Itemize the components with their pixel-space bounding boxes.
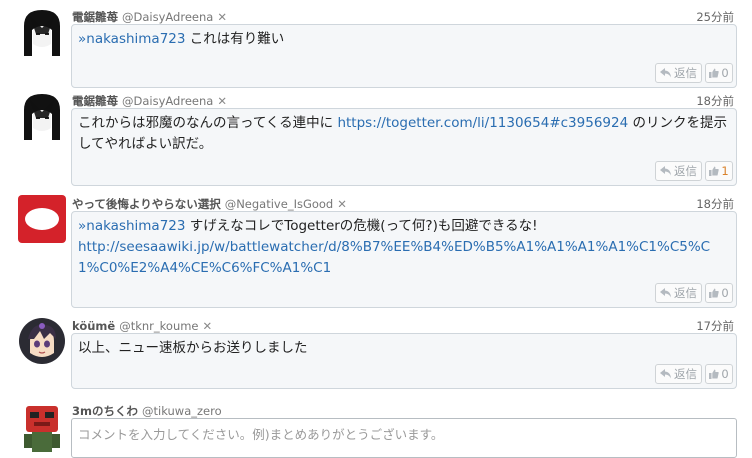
- reply-mention-link[interactable]: »nakashima723: [78, 31, 185, 47]
- user-name[interactable]: 電鋸雛苺: [72, 94, 118, 108]
- comment-input-box: [71, 418, 737, 458]
- thumbs-up-icon: [709, 65, 720, 83]
- dark-hair-girl-avatar-icon: [18, 92, 66, 140]
- comment-bubble: 以上、ニュー速板からお送りしました 返信 0: [71, 333, 737, 389]
- red-robot-avatar-icon: [18, 404, 66, 452]
- reply-button[interactable]: 返信: [655, 63, 702, 83]
- like-count: 0: [721, 286, 729, 300]
- like-count: 0: [721, 66, 729, 80]
- reply-arrow-icon: [660, 65, 672, 83]
- reply-button[interactable]: 返信: [655, 161, 702, 181]
- dark-hair-girl-avatar-icon: [18, 8, 66, 56]
- togetter-link[interactable]: https://togetter.com/li/1130654#c3956924: [337, 115, 628, 131]
- comment-input[interactable]: [78, 424, 730, 452]
- comment-text: 以上、ニュー速板からお送りしました: [78, 338, 728, 359]
- user-id[interactable]: @tknr_koume: [119, 319, 198, 333]
- avatar[interactable]: [18, 317, 66, 365]
- reply-label: 返信: [674, 164, 697, 178]
- comment-body-start: これからは邪魔のなんの言ってくる連中に: [78, 115, 334, 131]
- comment-item: 電鋸雛苺 @DaisyAdreena ✕ 18分前 これからは邪魔のなんの言ってくる…: [0, 92, 752, 186]
- thumbs-up-icon: [709, 285, 720, 303]
- like-button[interactable]: 0: [705, 283, 733, 303]
- seesaawiki-link[interactable]: http://seesaawiki.jp/w/battlewatcher/d/8…: [78, 239, 710, 276]
- comment-text: »nakashima723 これは有り難い: [78, 29, 728, 50]
- user-id[interactable]: @DaisyAdreena: [122, 10, 213, 24]
- like-button[interactable]: 0: [705, 63, 733, 83]
- close-icon[interactable]: ✕: [217, 94, 227, 108]
- reply-label: 返信: [674, 286, 697, 300]
- user-name: 3mのちくわ: [72, 404, 138, 418]
- avatar[interactable]: [18, 195, 66, 243]
- anime-face-avatar-icon: [18, 317, 66, 365]
- thumbs-up-icon: [709, 366, 720, 384]
- comment-bubble: »nakashima723 これは有り難い 返信 0: [71, 24, 737, 88]
- comment-body: すげえなコレでTogetterの危機(って何?)も回避できるな!: [189, 218, 538, 234]
- reply-arrow-icon: [660, 366, 672, 384]
- comment-text: これからは邪魔のなんの言ってくる連中に https://togetter.com…: [78, 113, 728, 155]
- reply-arrow-icon: [660, 285, 672, 303]
- user-name[interactable]: 電鋸雛苺: [72, 10, 118, 24]
- user-id: @tikuwa_zero: [141, 404, 222, 418]
- comment-item: 電鋸雛苺 @DaisyAdreena ✕ 25分前 »nakashima723 これ…: [0, 8, 752, 88]
- comment-bubble: これからは邪魔のなんの言ってくる連中に https://togetter.com…: [71, 108, 737, 186]
- comment-compose: 3mのちくわ @tikuwa_zero: [0, 402, 752, 458]
- thumbs-up-icon: [709, 163, 720, 181]
- like-button[interactable]: 0: [705, 364, 733, 384]
- red-oval-avatar-icon: [18, 195, 66, 243]
- comment-bubble: »nakashima723 すげえなコレでTogetterの危機(って何?)も回…: [71, 211, 737, 308]
- reply-button[interactable]: 返信: [655, 364, 702, 384]
- avatar[interactable]: [18, 92, 66, 140]
- user-id[interactable]: @DaisyAdreena: [122, 94, 213, 108]
- reply-label: 返信: [674, 367, 697, 381]
- close-icon[interactable]: ✕: [337, 197, 347, 211]
- close-icon[interactable]: ✕: [217, 10, 227, 24]
- reply-button[interactable]: 返信: [655, 283, 702, 303]
- like-button[interactable]: 1: [705, 161, 733, 181]
- like-count: 1: [721, 164, 729, 178]
- comment-item: köümë @tknr_koume ✕ 17分前 以上、ニュー速板からお送りしました…: [0, 317, 752, 389]
- like-count: 0: [721, 367, 729, 381]
- comment-body: これは有り難い: [189, 31, 285, 47]
- comment-body: 以上、ニュー速板からお送りしました: [78, 340, 308, 356]
- avatar[interactable]: [18, 8, 66, 56]
- comment-feed: 電鋸雛苺 @DaisyAdreena ✕ 25分前 »nakashima723 これ…: [0, 0, 752, 458]
- avatar: [18, 404, 66, 452]
- reply-mention-link[interactable]: »nakashima723: [78, 218, 185, 234]
- reply-arrow-icon: [660, 163, 672, 181]
- reply-label: 返信: [674, 66, 697, 80]
- user-name[interactable]: やって後悔よりやらない選択: [72, 197, 221, 211]
- user-id[interactable]: @Negative_IsGood: [225, 197, 334, 211]
- close-icon[interactable]: ✕: [203, 319, 213, 333]
- comment-text: »nakashima723 すげえなコレでTogetterの危機(って何?)も回…: [78, 216, 728, 279]
- user-name[interactable]: köümë: [72, 319, 115, 333]
- comment-item: やって後悔よりやらない選択 @Negative_IsGood ✕ 18分前 »nak…: [0, 195, 752, 308]
